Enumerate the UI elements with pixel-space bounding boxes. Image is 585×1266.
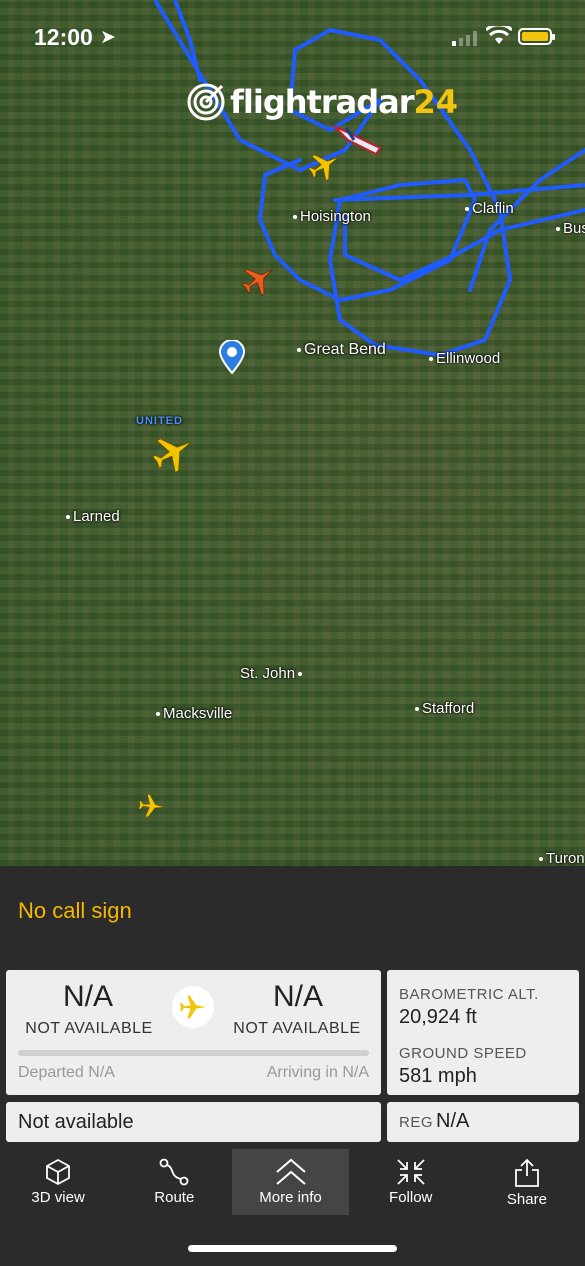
more-info-button[interactable]: More info	[232, 1149, 349, 1215]
destination-code: N/A	[272, 980, 323, 1013]
speed-label: GROUND SPEED	[399, 1045, 527, 1062]
altitude-label: BAROMETRIC ALT.	[399, 986, 539, 1003]
aircraft-marker-icon[interactable]	[136, 790, 168, 822]
reg-value: N/A	[436, 1110, 470, 1132]
radar-logo-icon	[187, 83, 225, 121]
more-info-label: More info	[259, 1189, 322, 1206]
location-icon: ➤	[100, 27, 116, 48]
share-label: Share	[506, 1191, 547, 1208]
signal-icon	[452, 31, 477, 46]
city-label: Macksville	[153, 705, 232, 722]
cube-icon	[46, 1159, 70, 1185]
logo-text: flightradar	[230, 83, 414, 121]
aircraft-type: Not available	[18, 1111, 134, 1133]
aircraft-marker-icon[interactable]	[238, 258, 280, 300]
arriving-text: Arriving in N/A	[266, 1064, 369, 1081]
origin-name: NOT AVAILABLE	[25, 1020, 153, 1037]
altitude-speed-card[interactable]: BAROMETRIC ALT. 20,924 ft GROUND SPEED 5…	[387, 970, 579, 1095]
flight-progress-bar	[18, 1050, 369, 1056]
city-label: Bus	[553, 220, 585, 237]
city-label: Great Bend	[294, 341, 386, 359]
route-icon	[159, 1158, 189, 1186]
registration-card[interactable]: REG N/A	[387, 1102, 579, 1142]
route-label: Route	[154, 1189, 195, 1206]
3d-view-button[interactable]: 3D view	[0, 1149, 116, 1215]
location-pin-icon[interactable]	[219, 340, 245, 374]
wifi-icon	[486, 26, 512, 44]
city-label: Larned	[63, 508, 120, 525]
city-label: Hoisington	[290, 208, 371, 225]
map-view[interactable]: 12:00 ➤ flightradar 24 Hoisington Claflin…	[0, 0, 585, 866]
aircraft-marker-icon[interactable]	[148, 426, 200, 478]
follow-label: Follow	[389, 1189, 433, 1206]
departed-text: Departed N/A	[18, 1064, 115, 1081]
callsign-title: No call sign	[18, 898, 132, 923]
clock: 12:00	[34, 24, 93, 50]
destination-name: NOT AVAILABLE	[233, 1020, 361, 1037]
home-indicator[interactable]	[188, 1245, 397, 1252]
share-button[interactable]: Share	[469, 1149, 585, 1215]
route-plane-badge	[172, 986, 214, 1028]
altitude-value: 20,924 ft	[399, 1006, 477, 1028]
flight-tracks	[153, 0, 585, 357]
city-label: Turon	[536, 850, 585, 866]
city-label: Stafford	[412, 700, 474, 717]
3d-view-label: 3D view	[31, 1189, 85, 1206]
route-card[interactable]: N/A NOT AVAILABLE N/A NOT AVAILABLE Depa…	[6, 970, 381, 1095]
city-label: St. John	[240, 665, 305, 682]
city-label: Ellinwood	[426, 350, 500, 367]
status-bar: 12:00 ➤	[0, 0, 585, 76]
chevrons-up-icon	[275, 1158, 306, 1185]
route-button[interactable]: Route	[116, 1149, 232, 1215]
airplane-icon	[180, 995, 206, 1019]
share-icon	[515, 1158, 539, 1187]
flightradar-logo: flightradar 24	[186, 82, 458, 122]
speed-value: 581 mph	[399, 1065, 477, 1087]
origin-code: N/A	[62, 980, 113, 1013]
logo-number: 24	[413, 83, 459, 121]
city-label: Claflin	[462, 200, 514, 217]
battery-icon	[518, 28, 555, 45]
bottom-toolbar: 3D view Route More info Follow Share	[0, 1149, 585, 1215]
selected-aircraft-icon[interactable]	[328, 118, 388, 166]
collapse-arrows-icon	[397, 1159, 425, 1185]
reg-label: REG	[399, 1114, 434, 1131]
follow-button[interactable]: Follow	[353, 1149, 469, 1215]
aircraft-card[interactable]: Not available	[6, 1102, 381, 1142]
